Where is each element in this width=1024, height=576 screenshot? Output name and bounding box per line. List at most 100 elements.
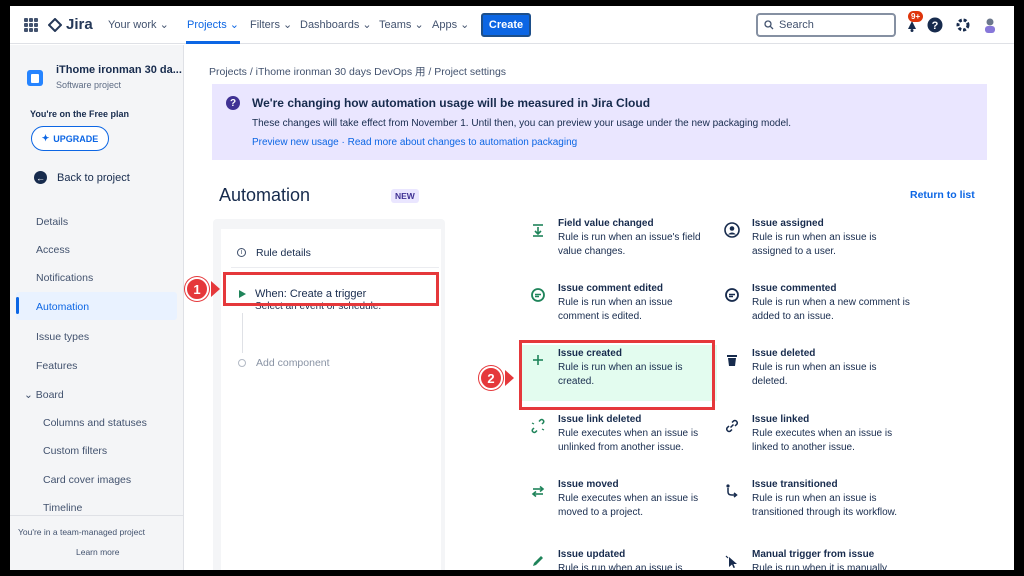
sidebar-item-timeline[interactable]: Timeline (43, 502, 82, 514)
project-name[interactable]: iThome ironman 30 da... (56, 64, 182, 76)
trigger-issue-deleted[interactable]: Issue deleted Rule is run when an issue … (716, 345, 911, 401)
sidebar-item-automation[interactable]: Automation (36, 301, 89, 313)
nav-your-work[interactable]: Your work ⌄ (108, 18, 169, 31)
sparkle-icon: ✦ (41, 133, 50, 143)
jira-mark-icon (48, 17, 62, 32)
search-icon (764, 20, 774, 30)
free-plan-note: You're on the Free plan (30, 109, 129, 119)
help-icon[interactable]: ? (927, 17, 943, 33)
app-switcher-icon[interactable] (24, 18, 38, 32)
trigger-description: Rule executes when an issue is unlinked … (558, 428, 699, 453)
rule-details-item[interactable]: i Rule details (231, 238, 439, 268)
info-icon: i (237, 248, 246, 257)
trigger-title: Issue deleted (752, 348, 816, 359)
sidebar-item-board[interactable]: ⌄ Board (24, 389, 64, 401)
chevron-down-icon: ⌄ (24, 389, 33, 401)
trigger-issue-comment-edited[interactable]: Issue comment edited Rule is run when an… (522, 280, 717, 336)
back-to-project-link[interactable]: ← Back to project (34, 171, 130, 184)
transition-icon (726, 484, 738, 498)
upgrade-label: UPGRADE (53, 133, 99, 144)
upgrade-button[interactable]: ✦ UPGRADE (31, 126, 109, 151)
annotation-box-1 (223, 272, 439, 306)
top-navigation: Jira Your work ⌄ Projects ⌄ Filters ⌄ Da… (10, 6, 1014, 44)
banner-links[interactable]: Preview new usage · Read more about chan… (252, 137, 577, 148)
trigger-description: Rule is run when an issue is assigned to… (752, 232, 877, 257)
trigger-manual-from-issue[interactable]: Manual trigger from issue Rule is run wh… (716, 546, 911, 570)
trigger-description: Rule executes when an issue is moved to … (558, 493, 699, 518)
trigger-description: Rule is run when an issue is transitione… (752, 493, 898, 518)
trigger-issue-commented[interactable]: Issue commented Rule is run when a new c… (716, 280, 911, 336)
nav-label: Teams (379, 19, 412, 31)
trigger-issue-link-deleted[interactable]: Issue link deleted Rule executes when an… (522, 411, 717, 467)
sidebar-item-details[interactable]: Details (36, 216, 68, 228)
nav-dashboards[interactable]: Dashboards ⌄ (300, 18, 372, 31)
search-placeholder: Search (779, 19, 814, 31)
trigger-issue-assigned[interactable]: Issue assigned Rule is run when an issue… (716, 215, 911, 271)
avatar[interactable] (982, 17, 998, 33)
team-managed-note: You're in a team-managed project (18, 527, 145, 537)
trigger-issue-moved[interactable]: Issue moved Rule executes when an issue … (522, 476, 717, 532)
link-icon (726, 419, 738, 433)
trigger-title: Issue updated (558, 549, 626, 560)
new-badge: NEW (391, 189, 419, 203)
move-icon (531, 485, 545, 498)
create-button[interactable]: Create (481, 13, 531, 37)
automation-info-banner: ? We're changing how automation usage wi… (212, 84, 987, 160)
comment-icon (531, 288, 545, 302)
jira-logo[interactable]: Jira (48, 16, 93, 33)
trigger-description: Rule is run when an issue comment is edi… (558, 297, 673, 322)
sidebar-item-custom-filters[interactable]: Custom filters (43, 445, 107, 457)
unlink-icon (531, 418, 545, 434)
sidebar-item-issue-types[interactable]: Issue types (36, 331, 89, 343)
settings-gear-icon[interactable] (955, 17, 971, 33)
breadcrumb[interactable]: Projects / iThome ironman 30 days DevOps… (209, 64, 506, 79)
arrow-left-icon: ← (34, 171, 47, 184)
sidebar-item-columns[interactable]: Columns and statuses (43, 417, 147, 429)
nav-teams[interactable]: Teams ⌄ (379, 18, 424, 31)
trigger-title: Field value changed (558, 218, 654, 229)
rule-details-label: Rule details (256, 246, 311, 259)
add-component[interactable]: Add component (256, 357, 330, 369)
nav-projects[interactable]: Projects ⌄ (187, 18, 239, 31)
learn-more-link[interactable]: Learn more (76, 547, 119, 557)
sidebar-item-access[interactable]: Access (36, 244, 70, 256)
project-avatar-icon (27, 70, 43, 86)
sidebar-item-notifications[interactable]: Notifications (36, 272, 93, 284)
nav-apps[interactable]: Apps ⌄ (432, 18, 469, 31)
search-input[interactable]: Search (756, 13, 896, 37)
project-type: Software project (56, 80, 122, 90)
annotation-arrow-2 (505, 370, 514, 386)
nav-filters[interactable]: Filters ⌄ (250, 18, 292, 31)
trigger-title: Issue commented (752, 283, 837, 294)
add-dot-icon (238, 359, 246, 367)
question-icon: ? (226, 96, 240, 110)
connector-line (242, 313, 243, 353)
trigger-description: Rule is run when an issue is deleted. (752, 362, 877, 387)
annotation-arrow-1 (211, 281, 220, 297)
banner-body: These changes will take effect from Nove… (252, 118, 791, 129)
annotation-box-2 (519, 340, 715, 410)
return-to-list-link[interactable]: Return to list (910, 189, 975, 201)
trigger-description: Rule is run when an issue's field value … (558, 232, 701, 257)
trigger-issue-updated[interactable]: Issue updated Rule is run when an issue … (522, 546, 717, 570)
user-icon (724, 222, 740, 238)
trigger-title: Issue moved (558, 479, 619, 490)
trigger-issue-linked[interactable]: Issue linked Rule executes when an issue… (716, 411, 911, 467)
trigger-issue-transitioned[interactable]: Issue transitioned Rule is run when an i… (716, 476, 911, 536)
annotation-number-2: 2 (479, 366, 503, 390)
banner-title: We're changing how automation usage will… (252, 96, 651, 110)
project-sidebar: iThome ironman 30 da... Software project… (10, 45, 184, 570)
trigger-title: Issue transitioned (752, 479, 838, 490)
trigger-field-value-changed[interactable]: Field value changed Rule is run when an … (522, 215, 717, 271)
app-window: Jira Your work ⌄ Projects ⌄ Filters ⌄ Da… (10, 6, 1014, 570)
svg-text:?: ? (932, 20, 939, 32)
sidebar-item-features[interactable]: Features (36, 360, 77, 372)
trigger-description: Rule is run when an issue is (558, 563, 683, 570)
board-label: Board (35, 389, 64, 401)
back-label: Back to project (57, 171, 130, 184)
trigger-title: Issue linked (752, 414, 810, 425)
nav-label: Filters (250, 19, 280, 31)
sidebar-item-card-cover[interactable]: Card cover images (43, 474, 131, 486)
annotation-number-1: 1 (185, 277, 209, 301)
nav-label: Your work (108, 19, 157, 31)
